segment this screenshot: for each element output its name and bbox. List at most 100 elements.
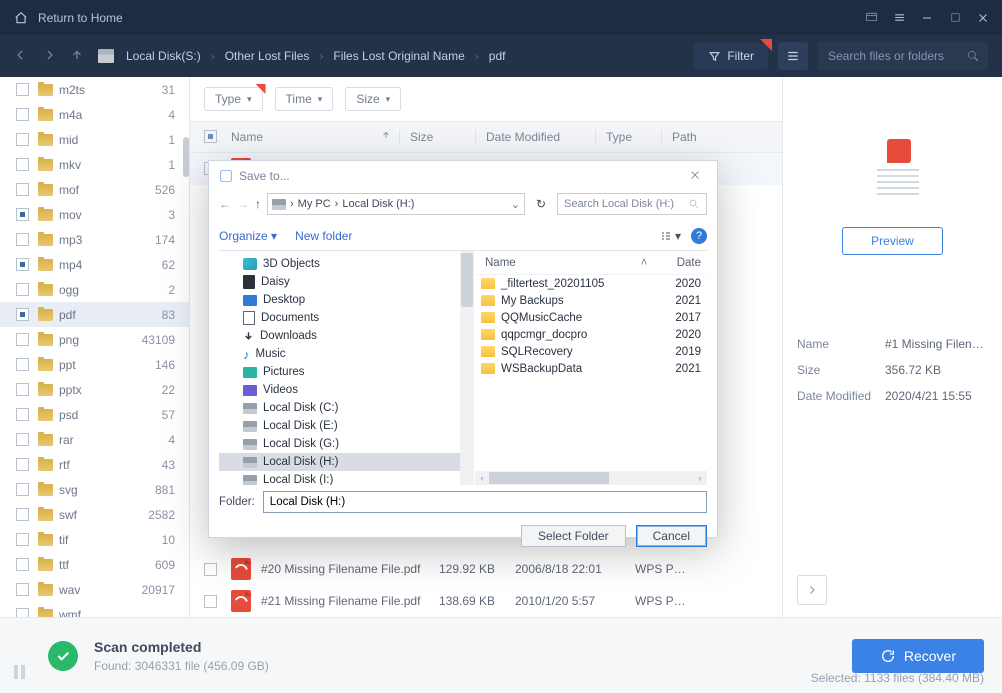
checkbox[interactable]	[16, 83, 29, 96]
col-date[interactable]: Date Modified	[475, 130, 595, 144]
checkbox[interactable]	[16, 408, 29, 421]
view-toggle[interactable]	[778, 42, 808, 70]
sidebar-item-tif[interactable]: tif10	[0, 527, 189, 552]
maximize-button[interactable]	[942, 5, 968, 31]
sidebar-item-wav[interactable]: wav20917	[0, 577, 189, 602]
crumb-other-lost[interactable]: Other Lost Files	[221, 49, 314, 63]
preview-button[interactable]: Preview	[842, 227, 943, 255]
checkbox[interactable]	[16, 358, 29, 371]
list-item[interactable]: QQMusicCache2017	[475, 309, 707, 326]
tree-item[interactable]: 3D Objects	[219, 255, 474, 273]
dialog-close[interactable]	[683, 167, 707, 186]
sidebar-item-mid[interactable]: mid1	[0, 127, 189, 152]
folder-input[interactable]: Local Disk (H:)	[263, 491, 707, 513]
list-item[interactable]: _filtertest_202011052020	[475, 275, 707, 292]
sidebar-item-m4a[interactable]: m4a4	[0, 102, 189, 127]
crumb-pdf[interactable]: pdf	[485, 49, 510, 63]
checkbox[interactable]	[16, 258, 29, 271]
select-all-checkbox[interactable]	[204, 130, 217, 143]
organize-menu[interactable]: Organize ▾	[219, 229, 277, 243]
chip-type[interactable]: Type▾	[204, 87, 263, 111]
list-item[interactable]: SQLRecovery2019	[475, 343, 707, 360]
cancel-button[interactable]: Cancel	[636, 525, 707, 547]
col-name[interactable]: Name	[231, 130, 399, 144]
crumb-disk[interactable]: Local Disk(S:)	[122, 49, 205, 63]
checkbox[interactable]	[16, 533, 29, 546]
addr-root[interactable]: My PC	[298, 198, 331, 210]
pause-icon[interactable]	[14, 665, 25, 679]
crumb-original-name[interactable]: Files Lost Original Name	[329, 49, 468, 63]
tree-item[interactable]: Pictures	[219, 363, 474, 381]
tree-item[interactable]: Local Disk (C:)	[219, 399, 474, 417]
tree-item[interactable]: Desktop	[219, 291, 474, 309]
col-type[interactable]: Type	[595, 130, 661, 144]
help-icon[interactable]: ?	[691, 228, 707, 244]
dialog-search[interactable]: Search Local Disk (H:)	[557, 193, 707, 215]
sidebar-item-rtf[interactable]: rtf43	[0, 452, 189, 477]
chip-size[interactable]: Size▾	[345, 87, 401, 111]
tree-item[interactable]: Downloads	[219, 327, 474, 345]
sidebar-item-ogg[interactable]: ogg2	[0, 277, 189, 302]
table-row[interactable]: #20 Missing Filename File.pdf 129.92 KB …	[190, 553, 782, 585]
preview-next[interactable]	[797, 575, 827, 605]
menu-icon[interactable]	[886, 5, 912, 31]
checkbox[interactable]	[16, 508, 29, 521]
sidebar-item-mof[interactable]: mof526	[0, 177, 189, 202]
checkbox[interactable]	[16, 183, 29, 196]
tree-item[interactable]: Daisy	[219, 273, 474, 291]
tree-item[interactable]: Local Disk (E:)	[219, 417, 474, 435]
checkbox[interactable]	[16, 108, 29, 121]
filter-button[interactable]: Filter	[694, 43, 768, 69]
list-item[interactable]: My Backups2021	[475, 292, 707, 309]
checkbox[interactable]	[16, 383, 29, 396]
checkbox[interactable]	[16, 583, 29, 596]
sidebar-item-mp4[interactable]: mp462	[0, 252, 189, 277]
list-item[interactable]: qqpcmgr_docpro2020	[475, 326, 707, 343]
row-checkbox[interactable]	[204, 563, 217, 576]
checkbox[interactable]	[16, 608, 29, 617]
addr-back[interactable]: ←	[219, 197, 231, 211]
search-input[interactable]: Search files or folders	[818, 42, 988, 70]
sidebar-item-ppt[interactable]: ppt146	[0, 352, 189, 377]
minimize-button[interactable]	[914, 5, 940, 31]
sidebar-item-mov[interactable]: mov3	[0, 202, 189, 227]
address-bar[interactable]: › My PC › Local Disk (H:) ⌄	[267, 193, 525, 215]
list-col-date[interactable]: Date	[653, 257, 701, 269]
sidebar-item-wmf[interactable]: wmf	[0, 602, 189, 617]
scroll-right[interactable]: ›	[693, 471, 707, 485]
col-size[interactable]: Size	[399, 130, 475, 144]
tree-item[interactable]: Local Disk (H:)	[219, 453, 474, 471]
feedback-icon[interactable]	[858, 5, 884, 31]
sidebar-item-mkv[interactable]: mkv1	[0, 152, 189, 177]
checkbox[interactable]	[16, 308, 29, 321]
sidebar-item-psd[interactable]: psd57	[0, 402, 189, 427]
refresh-icon[interactable]: ↻	[531, 197, 551, 211]
sidebar-item-png[interactable]: png43109	[0, 327, 189, 352]
sidebar-item-pptx[interactable]: pptx22	[0, 377, 189, 402]
checkbox[interactable]	[16, 283, 29, 296]
sidebar-item-rar[interactable]: rar4	[0, 427, 189, 452]
checkbox[interactable]	[16, 158, 29, 171]
addr-leaf[interactable]: Local Disk (H:)	[342, 198, 414, 210]
tree-item[interactable]: Local Disk (G:)	[219, 435, 474, 453]
list-item[interactable]: WSBackupData2021	[475, 360, 707, 377]
view-menu[interactable]: ▾	[659, 229, 681, 243]
list-col-name[interactable]: Name	[481, 257, 635, 269]
new-folder[interactable]: New folder	[295, 229, 352, 243]
row-checkbox[interactable]	[204, 595, 217, 608]
table-row[interactable]: #21 Missing Filename File.pdf 138.69 KB …	[190, 585, 782, 617]
tree-item[interactable]: ♪Music	[219, 345, 474, 363]
nav-up[interactable]	[70, 48, 98, 65]
sidebar-item-m2ts[interactable]: m2ts31	[0, 77, 189, 102]
recover-button[interactable]: Recover	[852, 639, 984, 673]
select-folder-button[interactable]: Select Folder	[521, 525, 626, 547]
sidebar-item-pdf[interactable]: pdf83	[0, 302, 189, 327]
close-button[interactable]	[970, 5, 996, 31]
return-home[interactable]: Return to Home	[0, 11, 123, 25]
tree-item[interactable]: Documents	[219, 309, 474, 327]
checkbox[interactable]	[16, 333, 29, 346]
sidebar-scrollbar[interactable]	[183, 137, 189, 177]
tree-item[interactable]: Videos	[219, 381, 474, 399]
sidebar-item-mp3[interactable]: mp3174	[0, 227, 189, 252]
checkbox[interactable]	[16, 458, 29, 471]
